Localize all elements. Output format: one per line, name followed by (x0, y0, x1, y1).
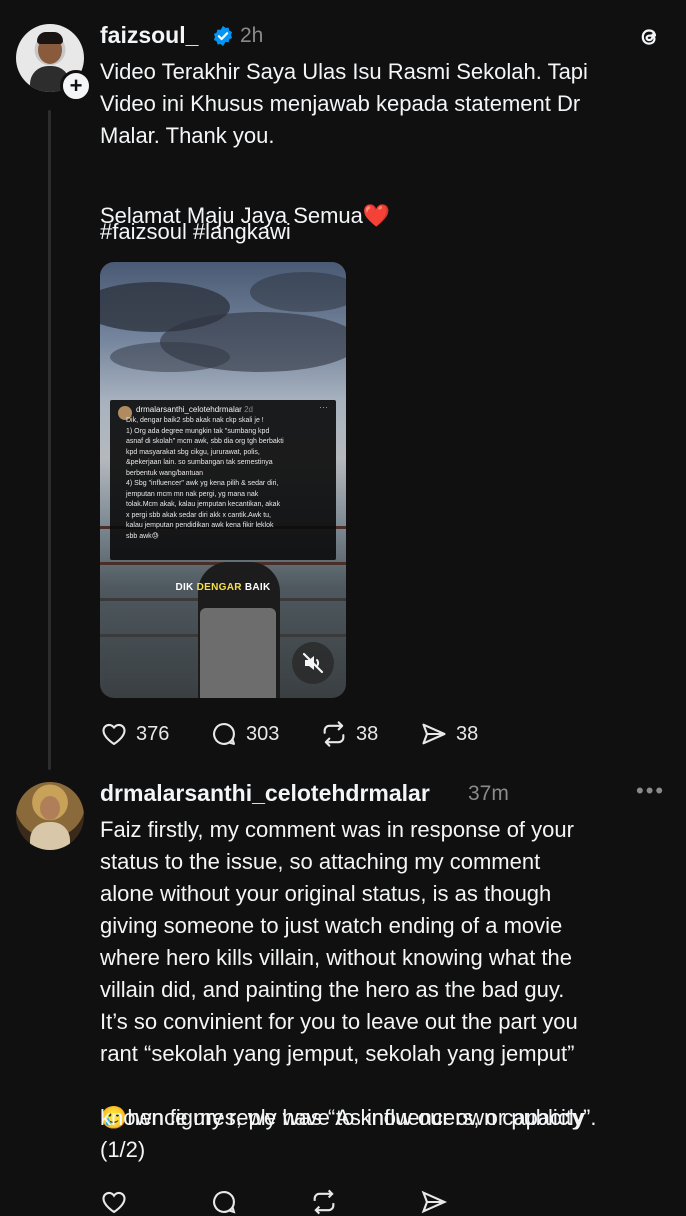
comment-count: 303 (246, 722, 280, 745)
reply-repost-button[interactable] (310, 1188, 338, 1216)
repost-icon (313, 1189, 335, 1215)
post-username[interactable]: faizsoul_ (100, 22, 198, 49)
post-timestamp: 2h (240, 24, 264, 47)
reply-like-button[interactable] (100, 1188, 128, 1216)
repost-count: 38 (356, 722, 379, 745)
mute-button[interactable] (292, 642, 334, 684)
overlay-username-text: drmalarsanthi_celotehdrmalar (136, 405, 242, 414)
heart-icon (102, 1191, 126, 1214)
post-video[interactable]: drmalarsanthi_celotehdrmalar 2d ··· Dik,… (100, 262, 346, 698)
overlay-more-icon: ··· (319, 402, 328, 412)
overlay-username: drmalarsanthi_celotehdrmalar 2d (136, 405, 253, 414)
share-icon (422, 723, 446, 745)
comment-button[interactable]: 303 (210, 720, 279, 748)
post-body-text: Video Terakhir Saya Ulas Isu Rasmi Sekol… (100, 59, 588, 148)
caption-part-3: BAIK (241, 582, 271, 593)
overlay-time: 2d (244, 405, 253, 414)
share-count: 38 (456, 722, 479, 745)
follow-plus-icon[interactable]: + (60, 70, 92, 102)
caption-highlight: DENGAR (196, 582, 242, 593)
like-count: 376 (136, 722, 170, 745)
comment-icon (213, 1191, 236, 1214)
reply-body-text: Faiz firstly, my comment was in response… (100, 817, 578, 1066)
reply-avatar[interactable] (16, 782, 84, 850)
share-button[interactable]: 38 (420, 720, 478, 748)
heart-icon (102, 723, 126, 745)
reply-username[interactable]: drmalarsanthi_celotehdrmalar (100, 780, 430, 807)
screenshot-overlay: drmalarsanthi_celotehdrmalar 2d ··· Dik,… (110, 400, 336, 560)
repost-icon (323, 721, 345, 747)
post-hashtags[interactable]: #faizsoul #langkawi (100, 216, 660, 248)
threads-logo-icon[interactable] (636, 24, 662, 50)
like-button[interactable]: 376 (100, 720, 169, 748)
reply-body-end: known figures, we have to know our own c… (100, 1105, 597, 1162)
video-person-legs (200, 608, 276, 698)
mute-icon (302, 652, 324, 674)
verified-icon (213, 25, 233, 47)
reply-timestamp: 37m (468, 782, 509, 805)
repost-button[interactable]: 38 (320, 720, 378, 748)
reply-comment-button[interactable] (210, 1188, 238, 1216)
comment-icon (213, 723, 235, 745)
caption-part-1: DIK (175, 582, 197, 593)
share-icon (421, 1190, 448, 1214)
video-caption: DIK DENGAR BAIK (100, 582, 346, 593)
reply-share-button[interactable] (420, 1188, 448, 1216)
thread-connector-line (48, 110, 51, 770)
more-icon[interactable]: ••• (636, 778, 665, 804)
overlay-text: Dik, dengar baik2 sbb akak nak ckp skali… (126, 417, 284, 540)
